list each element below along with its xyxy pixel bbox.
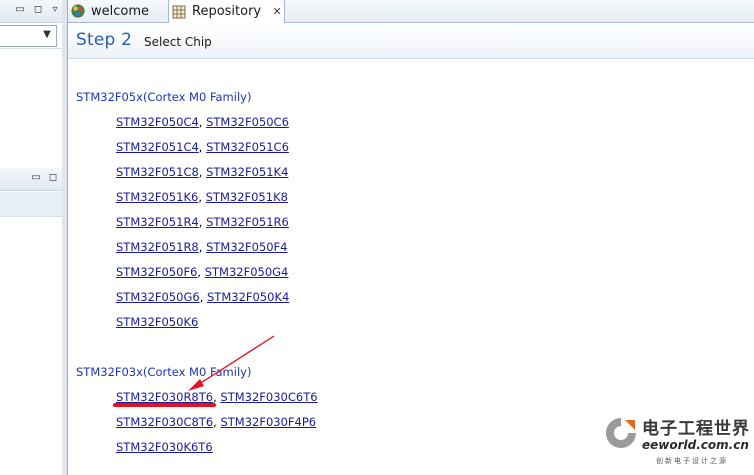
editor-tab-strip: welcome Repository ✕	[68, 0, 754, 23]
tab-repository-label: Repository	[192, 4, 262, 19]
left-view-header-top: ▭ ◻ ▿	[0, 0, 62, 23]
left-view-combo[interactable]: ▼	[0, 25, 57, 47]
tab-repository[interactable]: Repository ✕	[168, 0, 285, 23]
left-side-panel: ▭ ◻ ▿ ▼ ▭ ◻	[0, 0, 65, 475]
separator: ,	[198, 190, 202, 204]
minimize-icon[interactable]: ▭	[14, 4, 26, 16]
chip-link[interactable]: STM32F051C6	[206, 140, 289, 154]
annotation-arrow	[188, 335, 275, 391]
separator: ,	[198, 115, 203, 129]
chip-link[interactable]: STM32F050K4	[207, 290, 289, 304]
tab-welcome[interactable]: welcome	[68, 0, 167, 22]
separator: ,	[198, 215, 203, 229]
chip-link[interactable]: STM32F051C4	[116, 140, 199, 154]
view-menu-icon[interactable]: ▿	[49, 4, 61, 16]
maximize-icon[interactable]: ◻	[47, 172, 59, 184]
watermark-tagline: 创新电子设计之源	[656, 457, 728, 465]
chip-link[interactable]: STM32F050G4	[205, 265, 289, 279]
chip-link[interactable]: STM32F051R4	[116, 215, 199, 229]
chip-link[interactable]: STM32F030F4P6	[220, 415, 316, 429]
chip-link[interactable]: STM32F050F4	[206, 240, 287, 254]
watermark-brand: 电子工程世界	[642, 419, 750, 439]
eeworld-watermark: 电子工程世界 eeworld.com.cn 创新电子设计之源	[602, 414, 750, 470]
separator: ,	[197, 265, 202, 279]
chip-row: STM32F050C4, STM32F050C6	[116, 115, 289, 129]
chip-link[interactable]: STM32F051K6	[116, 190, 198, 204]
left-view-toolbar	[0, 192, 62, 217]
annotation-underline	[113, 403, 216, 407]
chip-link[interactable]: STM32F030C8T6	[116, 415, 213, 429]
eeworld-logo-icon	[606, 418, 636, 448]
tab-welcome-label: welcome	[91, 3, 150, 19]
chevron-down-icon: ▼	[43, 29, 51, 40]
close-icon[interactable]: ✕	[271, 5, 283, 18]
divider	[0, 48, 62, 49]
chip-link[interactable]: STM32F051R6	[206, 215, 289, 229]
separator: ,	[198, 165, 203, 179]
chip-row: STM32F051R8, STM32F050F4	[116, 240, 287, 254]
welcome-globe-icon	[71, 4, 85, 18]
maximize-icon[interactable]: ◻	[32, 4, 44, 16]
step-subtitle: Select Chip	[144, 35, 212, 49]
chip-row: STM32F050F6, STM32F050G4	[116, 265, 288, 279]
chip-link[interactable]: STM32F050C4	[116, 115, 199, 129]
repository-editor: Step 2 Select Chip STM32F05x(Cortex M0 F…	[68, 23, 754, 475]
chip-link[interactable]: STM32F050F6	[116, 265, 197, 279]
chip-row: STM32F050K6	[116, 315, 198, 329]
chip-row: STM32F030C8T6, STM32F030F4P6	[116, 415, 316, 429]
chip-link[interactable]: STM32F051C8	[116, 165, 199, 179]
watermark-url: eeworld.com.cn	[642, 438, 749, 452]
chip-link[interactable]: STM32F050K6	[116, 315, 198, 329]
chip-link[interactable]: STM32F030K6T6	[116, 440, 213, 454]
chip-link[interactable]: STM32F050G6	[116, 290, 200, 304]
separator: ,	[198, 240, 203, 254]
chip-row: STM32F030K6T6	[116, 440, 213, 454]
chip-link[interactable]: STM32F051K8	[206, 190, 288, 204]
chip-link[interactable]: STM32F051R8	[116, 240, 199, 254]
chip-row: STM32F051R4, STM32F051R6	[116, 215, 289, 229]
step-header: Step 2 Select Chip	[68, 23, 754, 59]
chip-link[interactable]: STM32F051K4	[206, 165, 288, 179]
minimize-icon[interactable]: ▭	[30, 172, 42, 184]
left-view-header-bottom: ▭ ◻	[0, 168, 62, 191]
separator: ,	[213, 415, 217, 429]
chip-link[interactable]: STM32F050C6	[206, 115, 289, 129]
separator: ,	[198, 140, 203, 154]
chip-row: STM32F051C8, STM32F051K4	[116, 165, 288, 179]
separator: ,	[199, 290, 204, 304]
chip-row: STM32F051K6, STM32F051K8	[116, 190, 288, 204]
family-title-f05x: STM32F05x(Cortex M0 Family)	[76, 90, 252, 104]
chip-row: STM32F051C4, STM32F051C6	[116, 140, 289, 154]
grid-table-icon	[172, 5, 186, 18]
step-title: Step 2	[76, 30, 133, 50]
chip-row: STM32F050G6, STM32F050K4	[116, 290, 289, 304]
